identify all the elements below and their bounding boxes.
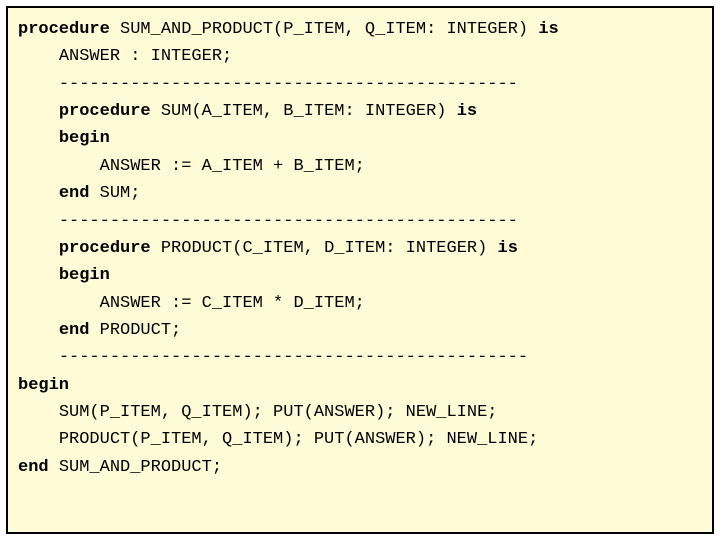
keyword-token: begin (59, 266, 110, 285)
code-line: begin (18, 125, 702, 152)
code-line: ANSWER := A_ITEM + B_ITEM; (18, 153, 702, 180)
indent (18, 212, 59, 231)
code-token: ANSWER := A_ITEM + B_ITEM; (100, 157, 365, 176)
indent (18, 266, 59, 285)
indent (18, 47, 59, 66)
code-token: SUM_AND_PRODUCT; (59, 458, 222, 477)
code-token: ANSWER := C_ITEM * D_ITEM; (100, 294, 365, 313)
code-token: ----------------------------------------… (59, 212, 518, 231)
keyword-token: begin (18, 376, 69, 395)
indent (18, 184, 59, 203)
indent (18, 239, 59, 258)
code-token: ----------------------------------------… (59, 348, 528, 367)
indent (18, 294, 100, 313)
indent (18, 102, 59, 121)
code-line: ----------------------------------------… (18, 71, 702, 98)
code-line: begin (18, 372, 702, 399)
code-token: ANSWER : INTEGER; (59, 47, 232, 66)
code-line: PRODUCT(P_ITEM, Q_ITEM); PUT(ANSWER); NE… (18, 426, 702, 453)
indent (18, 430, 59, 449)
code-line: SUM(P_ITEM, Q_ITEM); PUT(ANSWER); NEW_LI… (18, 399, 702, 426)
code-line: procedure SUM(A_ITEM, B_ITEM: INTEGER) i… (18, 98, 702, 125)
code-token: SUM(A_ITEM, B_ITEM: INTEGER) (161, 102, 457, 121)
code-line: end PRODUCT; (18, 317, 702, 344)
indent (18, 403, 59, 422)
code-token: PRODUCT(C_ITEM, D_ITEM: INTEGER) (161, 239, 498, 258)
code-token: ----------------------------------------… (59, 75, 518, 94)
code-line: end SUM; (18, 180, 702, 207)
keyword-token: procedure (59, 239, 161, 258)
keyword-token: is (498, 239, 518, 258)
indent (18, 75, 59, 94)
keyword-token: end (18, 458, 59, 477)
indent (18, 321, 59, 340)
keyword-token: procedure (18, 20, 120, 39)
keyword-token: is (538, 20, 558, 39)
code-line: ANSWER := C_ITEM * D_ITEM; (18, 290, 702, 317)
code-token: SUM_AND_PRODUCT(P_ITEM, Q_ITEM: INTEGER) (120, 20, 538, 39)
code-line: procedure PRODUCT(C_ITEM, D_ITEM: INTEGE… (18, 235, 702, 262)
code-line: begin (18, 262, 702, 289)
code-listing-box: procedure SUM_AND_PRODUCT(P_ITEM, Q_ITEM… (6, 6, 714, 534)
code-line: ----------------------------------------… (18, 208, 702, 235)
code-token: SUM(P_ITEM, Q_ITEM); PUT(ANSWER); NEW_LI… (59, 403, 498, 422)
code-token: PRODUCT; (100, 321, 182, 340)
code-token: PRODUCT(P_ITEM, Q_ITEM); PUT(ANSWER); NE… (59, 430, 538, 449)
indent (18, 348, 59, 367)
code-line: end SUM_AND_PRODUCT; (18, 454, 702, 481)
indent (18, 129, 59, 148)
keyword-token: end (59, 184, 100, 203)
keyword-token: procedure (59, 102, 161, 121)
keyword-token: begin (59, 129, 110, 148)
code-line: procedure SUM_AND_PRODUCT(P_ITEM, Q_ITEM… (18, 16, 702, 43)
indent (18, 157, 100, 176)
keyword-token: is (457, 102, 477, 121)
code-line: ANSWER : INTEGER; (18, 43, 702, 70)
code-line: ----------------------------------------… (18, 344, 702, 371)
code-token: SUM; (100, 184, 141, 203)
keyword-token: end (59, 321, 100, 340)
